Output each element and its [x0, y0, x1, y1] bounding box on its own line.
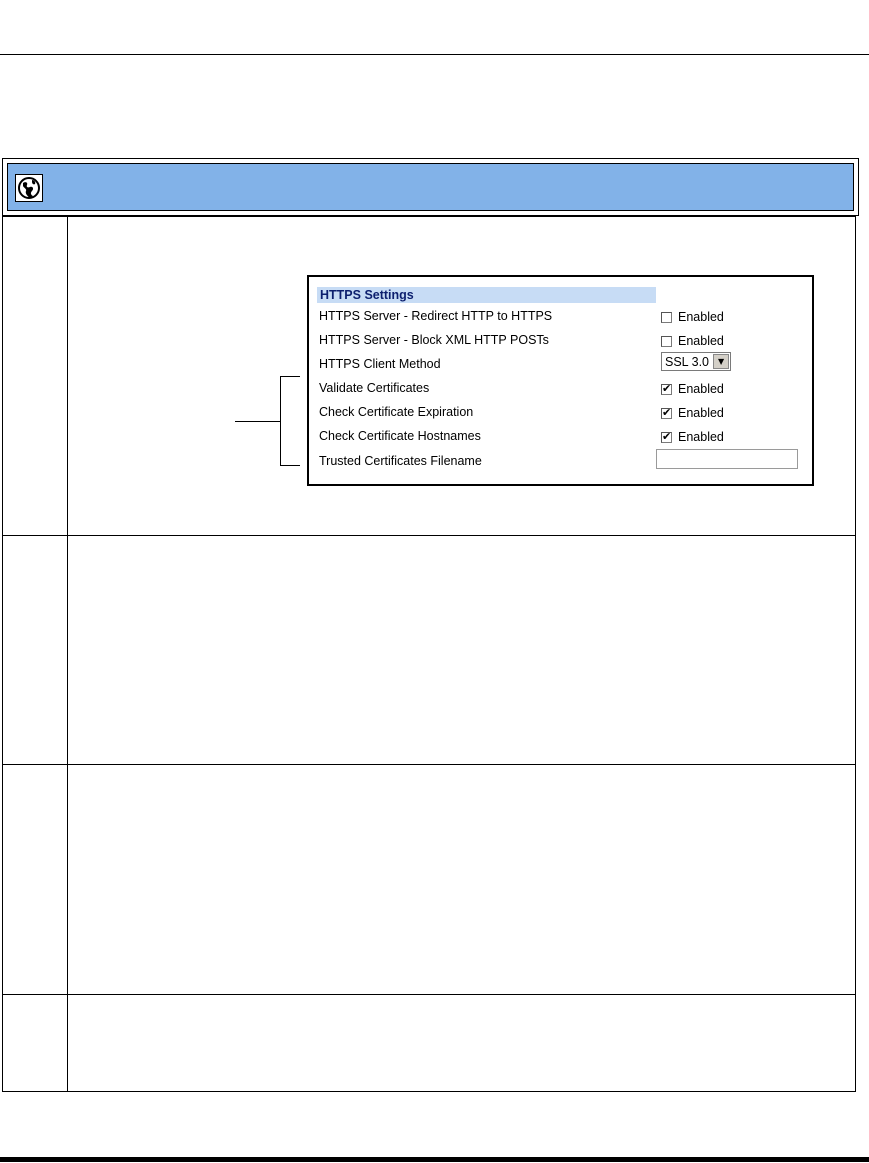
- validate-certificates-checkbox[interactable]: [661, 382, 672, 395]
- validate-certificates-control: Enabled: [661, 382, 724, 396]
- block-xml-post-checkbox[interactable]: [661, 335, 672, 347]
- redirect-http-label: HTTPS Server - Redirect HTTP to HTTPS: [319, 309, 553, 323]
- enabled-label: Enabled: [678, 310, 724, 324]
- enabled-label: Enabled: [678, 406, 724, 420]
- enabled-label: Enabled: [678, 430, 724, 444]
- client-method-select[interactable]: SSL 3.0 ▼: [661, 352, 732, 371]
- globe-icon: [15, 174, 43, 202]
- section-banner: [7, 163, 854, 211]
- client-method-value: SSL 3.0: [665, 354, 710, 369]
- table-column-divider: [67, 216, 68, 1092]
- check-expiration-control: Enabled: [661, 406, 724, 420]
- trusted-certificates-control: [656, 449, 798, 469]
- client-method-label: HTTPS Client Method: [319, 357, 441, 371]
- footer-rule: [0, 1157, 869, 1162]
- trusted-certificates-label: Trusted Certificates Filename: [319, 454, 482, 468]
- check-hostnames-checkbox[interactable]: [661, 430, 672, 443]
- callout-leader-line: [235, 421, 281, 422]
- redirect-http-checkbox[interactable]: [661, 311, 672, 323]
- enabled-label: Enabled: [678, 334, 724, 348]
- panel-title: HTTPS Settings: [317, 287, 656, 303]
- client-method-control: SSL 3.0 ▼: [661, 352, 732, 371]
- chevron-down-icon[interactable]: ▼: [713, 354, 730, 369]
- block-xml-post-label: HTTPS Server - Block XML HTTP POSTs: [319, 333, 549, 347]
- header-rule: [0, 54, 869, 55]
- callout-bracket-bottom: [280, 465, 300, 466]
- redirect-http-control: Enabled: [661, 310, 724, 324]
- table-row-divider: [2, 764, 856, 765]
- enabled-label: Enabled: [678, 382, 724, 396]
- callout-bracket-top: [280, 376, 300, 377]
- validate-certificates-label: Validate Certificates: [319, 381, 430, 395]
- https-settings-panel: HTTPS Settings HTTPS Server - Redirect H…: [307, 275, 814, 486]
- trusted-certificates-input[interactable]: [656, 449, 798, 469]
- table-row-divider: [2, 535, 856, 536]
- check-expiration-label: Check Certificate Expiration: [319, 405, 474, 419]
- check-expiration-checkbox[interactable]: [661, 406, 672, 419]
- table-row-divider: [2, 994, 856, 995]
- block-xml-post-control: Enabled: [661, 334, 724, 348]
- check-hostnames-control: Enabled: [661, 430, 724, 444]
- check-hostnames-label: Check Certificate Hostnames: [319, 429, 481, 443]
